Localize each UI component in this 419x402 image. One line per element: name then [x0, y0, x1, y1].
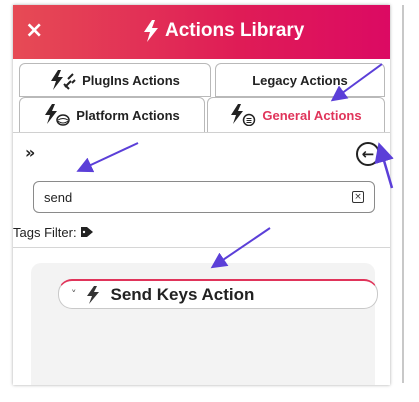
annotation-arrow: [374, 142, 394, 189]
annotation-arrows: [76, 63, 394, 269]
annotation-arrow: [210, 227, 271, 269]
annotation-arrow: [76, 142, 139, 173]
annotation-arrow: [330, 63, 383, 102]
